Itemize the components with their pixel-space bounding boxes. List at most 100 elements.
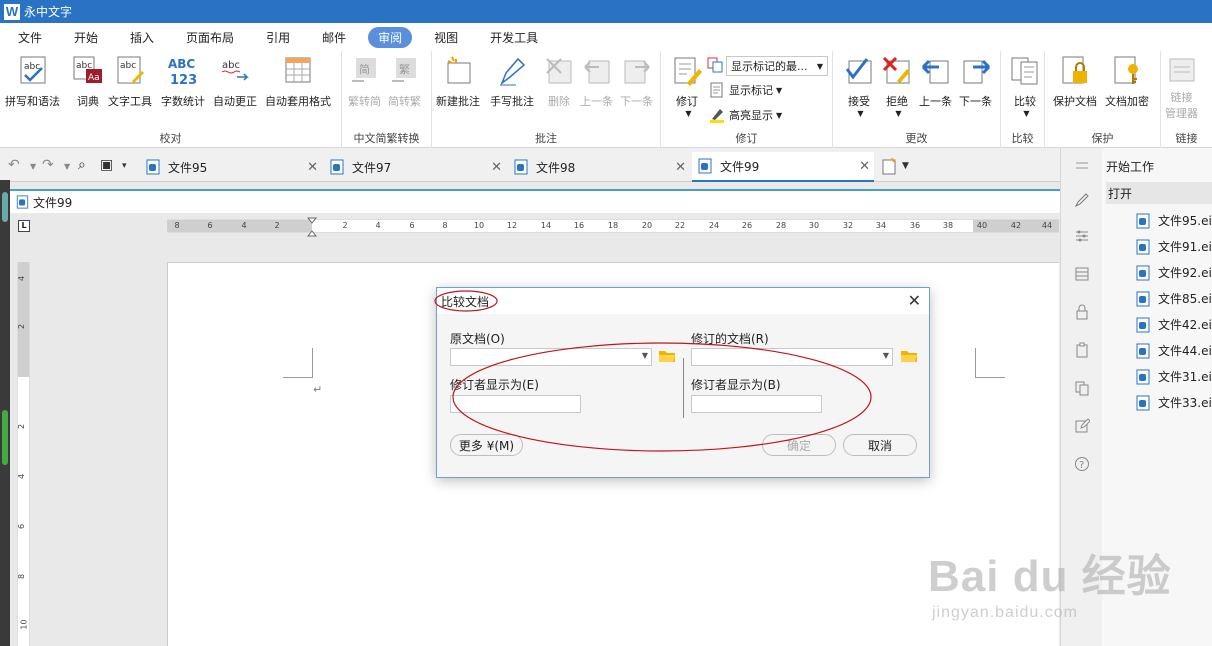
new-document-icon[interactable] (880, 157, 898, 175)
document-icon (16, 195, 29, 209)
menu-home[interactable]: 开始 (64, 27, 108, 48)
ribbon-group-link: 链接 管理器 链接 (1161, 51, 1212, 148)
trad-to-simp-button[interactable]: 简 繁转简 (348, 55, 381, 109)
document-tab-bar: ↶ ▼ ↷ ▼ ⌕ ▣ ▾ 文件95 ✕ 文件97 ✕ 文件98 ✕ 文件99 … (0, 148, 1060, 182)
menu-review[interactable]: 审阅 (368, 26, 413, 48)
undo-icon[interactable]: ↶ (8, 157, 20, 173)
recent-file-item[interactable]: 文件31.eio (1136, 368, 1212, 385)
edit-icon[interactable] (1074, 418, 1090, 434)
ok-button[interactable]: 确定 (762, 434, 836, 456)
close-tab-icon[interactable]: ✕ (491, 160, 502, 175)
markup-view-select[interactable]: 显示标记的最... ▼ (726, 56, 828, 76)
reject-change-button[interactable]: 拒绝 ▼ (881, 55, 913, 118)
document-icon (1136, 343, 1150, 358)
track-changes-button[interactable]: 修订 ▼ (671, 55, 703, 118)
redo-icon[interactable]: ↷ (42, 157, 54, 173)
prev-comment-button[interactable]: 上一条 (580, 55, 613, 109)
auto-format-button[interactable]: 自动套用格式 (265, 55, 331, 109)
menu-page-layout[interactable]: 页面布局 (176, 27, 244, 48)
accept-change-button[interactable]: 接受 ▼ (843, 55, 875, 118)
dialog-separator (683, 358, 684, 418)
next-comment-button[interactable]: 下一条 (620, 55, 653, 109)
pencil-icon[interactable] (1074, 192, 1090, 208)
ribbon-group-revisions: 修订 ▼ 显示标记的最... ▼ 显示标记 ▼ 高亮显示 ▼ 修订 (661, 51, 833, 148)
encrypt-document-button[interactable]: 文档加密 (1105, 55, 1149, 109)
folder-open-icon[interactable] (658, 348, 676, 363)
recent-file-item[interactable]: 文件91.eio (1136, 238, 1212, 255)
accept-icon (845, 58, 872, 84)
dictionary-button[interactable]: abc Aa 词典 (72, 55, 104, 109)
autocorrect-icon: abc (221, 60, 249, 81)
recent-file-item[interactable]: 文件42.eio (1136, 316, 1212, 333)
folder-open-icon[interactable] (900, 348, 918, 363)
recent-file-item[interactable]: 文件44.eio (1136, 342, 1212, 359)
link-manager-button[interactable]: 链接 管理器 (1165, 55, 1198, 121)
close-icon[interactable]: ✕ (908, 291, 921, 310)
scroll-grip[interactable] (2, 410, 8, 465)
lock-icon[interactable] (1074, 304, 1090, 320)
menu-developer[interactable]: 开发工具 (480, 27, 548, 48)
text-tools-button[interactable]: abc 文字工具 (108, 55, 152, 109)
handwriting-comment-button[interactable]: 手写批注 (490, 55, 534, 109)
baidu-jingyan-watermark: Bai du 经验 jingyan.baidu.com (928, 552, 1172, 621)
document-tab-active[interactable]: 文件99 ✕ (692, 152, 874, 182)
document-tab[interactable]: 文件95 ✕ (140, 152, 322, 182)
delete-comment-button[interactable]: 删除 (543, 55, 575, 109)
help-icon[interactable]: ? (1074, 456, 1090, 472)
horizontal-ruler[interactable]: 8 6 4 2 2 4 6 8 10 12 14 16 18 20 22 24 … (167, 217, 1059, 237)
recent-file-item[interactable]: 文件95.eio (1136, 212, 1212, 229)
autocorrect-button[interactable]: abc 自动更正 (213, 55, 257, 109)
new-comment-button[interactable]: 新建批注 (436, 55, 480, 109)
menu-file[interactable]: 文件 (8, 27, 52, 48)
clipboard-icon[interactable] (1074, 342, 1090, 358)
original-author-label: 修订者显示为(E) (450, 378, 539, 392)
cancel-button[interactable]: 取消 (843, 434, 917, 456)
open-section-header[interactable]: 打开 (1106, 182, 1212, 204)
menu-insert[interactable]: 插入 (120, 27, 164, 48)
undo-dropdown-icon[interactable]: ▼ (30, 162, 36, 171)
copy-icon[interactable] (1074, 380, 1090, 396)
chevron-down-icon: ▼ (641, 351, 648, 360)
vertical-ruler[interactable]: 4 2 2 4 6 8 10 (17, 262, 30, 646)
track-dropdown-icon[interactable]: ▼ (685, 109, 691, 118)
recent-file-item[interactable]: 文件33.eio (1136, 394, 1212, 411)
sliders-icon[interactable] (1074, 228, 1090, 244)
menu-references[interactable]: 引用 (256, 27, 300, 48)
document-tab[interactable]: 文件98 ✕ (508, 152, 690, 182)
close-tab-icon[interactable]: ✕ (307, 160, 318, 175)
revised-document-select[interactable]: ▼ (691, 348, 893, 366)
recent-file-item[interactable]: 文件85.eio (1136, 290, 1212, 307)
prev-change-button[interactable]: 上一条 (919, 55, 952, 109)
indent-marker-icon[interactable] (307, 217, 317, 237)
print-preview-icon[interactable]: ⌕ (78, 157, 86, 173)
close-tab-icon[interactable]: ✕ (859, 159, 870, 174)
original-author-input[interactable] (450, 395, 581, 413)
simp-to-trad-button[interactable]: 繁 简转繁 (388, 55, 421, 109)
chevron-down-icon: ▼ (776, 110, 783, 120)
menu-mailings[interactable]: 邮件 (312, 27, 356, 48)
save-icon[interactable]: ▣ (100, 157, 113, 173)
scroll-grip[interactable] (2, 192, 8, 222)
styles-icon[interactable] (1074, 266, 1090, 282)
document-tab[interactable]: 文件97 ✕ (324, 152, 506, 182)
redo-dropdown-icon[interactable]: ▼ (64, 162, 70, 171)
spelling-grammar-button[interactable]: abc 拼写和语法 (5, 55, 60, 109)
show-markup-button[interactable]: 显示标记 ▼ (709, 82, 782, 98)
original-document-select[interactable]: ▼ (450, 348, 652, 366)
more-options-button[interactable]: 更多 ¥(M) (450, 434, 523, 456)
svg-text:ABC: ABC (168, 57, 195, 71)
new-document-dropdown-icon[interactable]: ▼ (902, 161, 909, 171)
highlight-button[interactable]: 高亮显示 ▼ (709, 107, 782, 123)
word-count-button[interactable]: ABC 123 字数统计 (161, 55, 205, 109)
document-header: 文件99 (10, 189, 1060, 213)
protect-document-button[interactable]: 保护文档 (1053, 55, 1097, 109)
recent-file-item[interactable]: 文件92.eio (1136, 264, 1212, 281)
close-tab-icon[interactable]: ✕ (675, 160, 686, 175)
customize-toolbar-icon[interactable]: ▾ (122, 161, 127, 171)
compare-button[interactable]: 比较 ▼ (1009, 55, 1041, 118)
menu-lines-icon[interactable] (1074, 158, 1090, 174)
revised-author-input[interactable] (691, 395, 822, 413)
tab-stop-selector[interactable]: L (18, 220, 30, 232)
menu-view[interactable]: 视图 (424, 27, 468, 48)
next-change-button[interactable]: 下一条 (959, 55, 992, 109)
